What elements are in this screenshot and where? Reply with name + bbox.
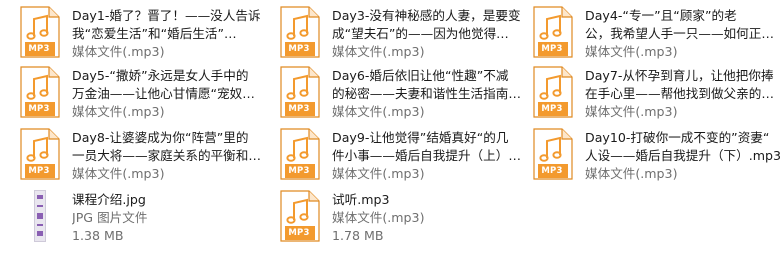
file-name-line-1: Day7-从怀孕到育儿，让他把你捧: [585, 68, 774, 83]
mp3-format-label: MP3: [28, 166, 50, 176]
file-size: 1.38 MB: [72, 228, 124, 243]
file-name-line-2: 件小事——婚后自我提升（上）…: [332, 148, 521, 163]
file-type: 媒体文件(.mp3): [332, 104, 425, 119]
file-name-line-2: 的秘密——夫妻和谐性生活指南…: [332, 86, 521, 101]
mp3-format-label: MP3: [288, 166, 310, 176]
file-type: 媒体文件(.mp3): [585, 44, 678, 59]
file-icon: MP3: [278, 128, 322, 182]
file-type: 媒体文件(.mp3): [332, 44, 425, 59]
file-name-line-2: 人设——婚后自我提升（下）.mp3: [585, 148, 781, 163]
file-name-line-2: 我“恋爱生活”和“婚后生活”…: [72, 26, 237, 41]
file-type: 媒体文件(.mp3): [72, 166, 165, 181]
file-text: Day9-让他觉得”结婚真好“的几 件小事——婚后自我提升（上）… 媒体文件(.…: [332, 129, 532, 183]
file-item[interactable]: MP3 试听.mp3 媒体文件(.mp3) 1.78 MB: [278, 190, 534, 250]
file-name-line-1: Day10-打破你一成不变的”资妻“: [585, 130, 770, 145]
file-type: JPG 图片文件: [72, 210, 148, 225]
file-type: 媒体文件(.mp3): [585, 104, 678, 119]
file-text: Day8-让婆婆成为你“阵营”里的 一员大将——家庭关系的平衡和… 媒体文件(.…: [72, 129, 272, 183]
file-icon: MP3: [18, 66, 62, 120]
file-icon: [18, 190, 62, 244]
mp3-format-label: MP3: [288, 228, 310, 238]
file-icon: MP3: [18, 6, 62, 60]
file-text: Day10-打破你一成不变的”资妻“ 人设——婚后自我提升（下）.mp3 媒体文…: [585, 129, 781, 183]
file-name-line-1: Day8-让婆婆成为你“阵营”里的: [72, 130, 249, 145]
file-type: 媒体文件(.mp3): [72, 44, 165, 59]
file-item[interactable]: MP3 Day9-让他觉得”结婚真好“的几 件小事——婚后自我提升（上）… 媒体…: [278, 128, 534, 188]
file-item[interactable]: MP3 Day10-打破你一成不变的”资妻“ 人设——婚后自我提升（下）.mp3…: [531, 128, 781, 188]
file-text: Day1-婚了？晋了！——没人告诉 我“恋爱生活”和“婚后生活”… 媒体文件(.…: [72, 7, 272, 61]
file-text: Day3-没有神秘感的人妻，是要变 成“望夫石”的——因为他觉得… 媒体文件(.…: [332, 7, 532, 61]
file-name-line-2: 公，我希望人手一只——如何正…: [585, 26, 774, 41]
file-name-line-2: 一员大将——家庭关系的平衡和…: [72, 148, 261, 163]
file-text: Day5-“撒娇”永远是女人手中的 万金油——让他心甘情愿“宠奴… 媒体文件(.…: [72, 67, 272, 121]
file-icon: MP3: [531, 128, 575, 182]
file-icon: MP3: [278, 66, 322, 120]
file-item[interactable]: MP3 Day3-没有神秘感的人妻，是要变 成“望夫石”的——因为他觉得… 媒体…: [278, 6, 534, 66]
file-type: 媒体文件(.mp3): [332, 166, 425, 181]
file-name-line-1: Day6-婚后依旧让他“性趣”不减: [332, 68, 509, 83]
file-icon: MP3: [531, 66, 575, 120]
file-item[interactable]: MP3 Day6-婚后依旧让他“性趣”不减 的秘密——夫妻和谐性生活指南… 媒体…: [278, 66, 534, 126]
file-icon: MP3: [278, 190, 322, 244]
file-name-line-2: 在手心里——帮他找到做父亲的…: [585, 86, 774, 101]
file-text: Day6-婚后依旧让他“性趣”不减 的秘密——夫妻和谐性生活指南… 媒体文件(.…: [332, 67, 532, 121]
mp3-format-label: MP3: [541, 166, 563, 176]
file-text: 试听.mp3 媒体文件(.mp3) 1.78 MB: [332, 191, 532, 245]
file-type: 媒体文件(.mp3): [72, 104, 165, 119]
file-item[interactable]: MP3 Day7-从怀孕到育儿，让他把你捧 在手心里——帮他找到做父亲的… 媒体…: [531, 66, 781, 126]
file-text: 课程介绍.jpg JPG 图片文件 1.38 MB: [72, 191, 272, 245]
file-item[interactable]: 课程介绍.jpg JPG 图片文件 1.38 MB: [18, 190, 274, 250]
file-type: 媒体文件(.mp3): [332, 210, 425, 225]
file-name-line-1: 试听.mp3: [332, 192, 390, 207]
mp3-format-label: MP3: [288, 104, 310, 114]
file-icon: MP3: [531, 6, 575, 60]
file-icon: MP3: [278, 6, 322, 60]
file-name-line-1: Day4-“专一”且“顾家”的老: [585, 8, 737, 23]
file-name-line-1: Day5-“撒娇”永远是女人手中的: [72, 68, 249, 83]
file-item[interactable]: MP3 Day5-“撒娇”永远是女人手中的 万金油——让他心甘情愿“宠奴… 媒体…: [18, 66, 274, 126]
file-text: Day7-从怀孕到育儿，让他把你捧 在手心里——帮他找到做父亲的… 媒体文件(.…: [585, 67, 781, 121]
mp3-format-label: MP3: [28, 104, 50, 114]
file-name-line-1: 课程介绍.jpg: [72, 192, 146, 207]
file-name-line-2: 成“望夫石”的——因为他觉得…: [332, 26, 509, 41]
file-icon: MP3: [18, 128, 62, 182]
file-name-line-2: 万金油——让他心甘情愿“宠奴…: [72, 86, 255, 101]
file-text: Day4-“专一”且“顾家”的老 公，我希望人手一只——如何正… 媒体文件(.m…: [585, 7, 781, 61]
mp3-format-label: MP3: [288, 44, 310, 54]
file-item[interactable]: MP3 Day4-“专一”且“顾家”的老 公，我希望人手一只——如何正… 媒体文…: [531, 6, 781, 66]
mp3-format-label: MP3: [541, 44, 563, 54]
file-type: 媒体文件(.mp3): [585, 166, 678, 181]
mp3-format-label: MP3: [541, 104, 563, 114]
mp3-format-label: MP3: [28, 44, 50, 54]
file-size: 1.78 MB: [332, 228, 384, 243]
image-file-thumbnail-icon: [34, 190, 46, 242]
file-name-line-1: Day1-婚了？晋了！——没人告诉: [72, 8, 261, 23]
file-item[interactable]: MP3 Day8-让婆婆成为你“阵营”里的 一员大将——家庭关系的平衡和… 媒体…: [18, 128, 274, 188]
file-name-line-1: Day9-让他觉得”结婚真好“的几: [332, 130, 509, 145]
file-name-line-1: Day3-没有神秘感的人妻，是要变: [332, 8, 521, 23]
file-item[interactable]: MP3 Day1-婚了？晋了！——没人告诉 我“恋爱生活”和“婚后生活”… 媒体…: [18, 6, 274, 66]
